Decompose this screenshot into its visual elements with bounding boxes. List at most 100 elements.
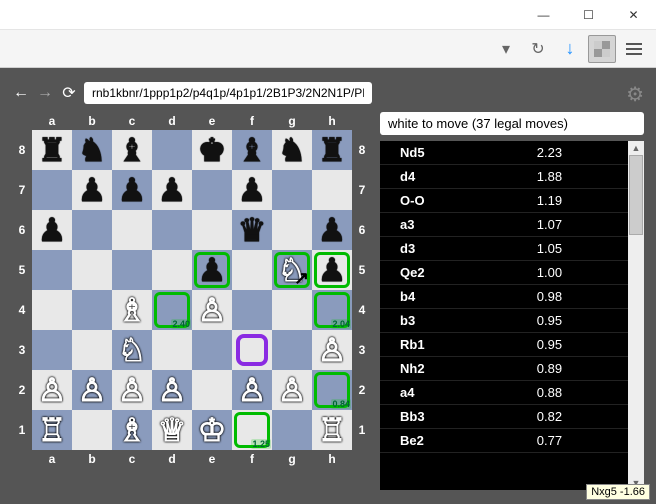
black-p-piece[interactable]: ♟ xyxy=(74,172,110,208)
square-g6[interactable] xyxy=(272,210,312,250)
square-d7[interactable]: ♟ xyxy=(152,170,192,210)
dropdown-icon[interactable]: ▾ xyxy=(492,35,520,63)
white-n-piece[interactable]: ♘ xyxy=(114,332,150,368)
square-b7[interactable]: ♟ xyxy=(72,170,112,210)
square-c4[interactable]: ♗ xyxy=(112,290,152,330)
black-p-piece[interactable]: ♟ xyxy=(314,212,350,248)
square-h1[interactable]: ♖ xyxy=(312,410,352,450)
square-c6[interactable] xyxy=(112,210,152,250)
square-g3[interactable] xyxy=(272,330,312,370)
chess-board[interactable]: abcdefgh8♜♞♝♚♝♞♜87♟♟♟♟76♟♛♟65♟♘↖♟54♗2.40… xyxy=(12,112,370,468)
square-g8[interactable]: ♞ xyxy=(272,130,312,170)
white-b-piece[interactable]: ♗ xyxy=(114,412,150,448)
move-row[interactable]: Nd52.23 xyxy=(380,141,628,165)
moves-list[interactable]: Nd52.23d41.88O-O1.19a31.07d31.05Qe21.00b… xyxy=(380,141,628,490)
white-p-piece[interactable]: ♙ xyxy=(114,372,150,408)
square-d5[interactable] xyxy=(152,250,192,290)
white-k-piece[interactable]: ♔ xyxy=(194,412,230,448)
white-r-piece[interactable]: ♖ xyxy=(314,412,350,448)
white-p-piece[interactable]: ♙ xyxy=(194,292,230,328)
black-p-piece[interactable]: ♟ xyxy=(154,172,190,208)
move-row[interactable]: Nh20.89 xyxy=(380,357,628,381)
square-g2[interactable]: ♙ xyxy=(272,370,312,410)
square-g7[interactable] xyxy=(272,170,312,210)
square-f1[interactable]: 1.25 xyxy=(232,410,272,450)
square-h8[interactable]: ♜ xyxy=(312,130,352,170)
reload-icon[interactable]: ↻ xyxy=(524,35,552,63)
square-d1[interactable]: ♕ xyxy=(152,410,192,450)
black-b-piece[interactable]: ♝ xyxy=(234,132,270,168)
square-b1[interactable] xyxy=(72,410,112,450)
square-f8[interactable]: ♝ xyxy=(232,130,272,170)
square-a6[interactable]: ♟ xyxy=(32,210,72,250)
window-close-button[interactable]: ✕ xyxy=(611,0,656,29)
black-r-piece[interactable]: ♜ xyxy=(34,132,70,168)
nav-refresh-button[interactable]: ⟳ xyxy=(60,83,78,103)
black-p-piece[interactable]: ♟ xyxy=(194,252,230,288)
square-e2[interactable] xyxy=(192,370,232,410)
square-a2[interactable]: ♙ xyxy=(32,370,72,410)
square-e6[interactable] xyxy=(192,210,232,250)
square-b2[interactable]: ♙ xyxy=(72,370,112,410)
move-row[interactable]: Qe21.00 xyxy=(380,261,628,285)
nav-back-button[interactable]: ← xyxy=(12,84,30,102)
square-e7[interactable] xyxy=(192,170,232,210)
square-c3[interactable]: ♘ xyxy=(112,330,152,370)
square-f6[interactable]: ♛ xyxy=(232,210,272,250)
square-h3[interactable]: ♙ xyxy=(312,330,352,370)
black-b-piece[interactable]: ♝ xyxy=(114,132,150,168)
window-maximize-button[interactable]: ☐ xyxy=(566,0,611,29)
white-p-piece[interactable]: ♙ xyxy=(234,372,270,408)
square-e3[interactable] xyxy=(192,330,232,370)
extension-icon[interactable] xyxy=(588,35,616,63)
black-n-piece[interactable]: ♞ xyxy=(274,132,310,168)
white-p-piece[interactable]: ♙ xyxy=(274,372,310,408)
square-d4[interactable]: 2.40 xyxy=(152,290,192,330)
square-e8[interactable]: ♚ xyxy=(192,130,232,170)
square-b5[interactable] xyxy=(72,250,112,290)
black-k-piece[interactable]: ♚ xyxy=(194,132,230,168)
square-a5[interactable] xyxy=(32,250,72,290)
square-d8[interactable] xyxy=(152,130,192,170)
black-p-piece[interactable]: ♟ xyxy=(234,172,270,208)
square-a8[interactable]: ♜ xyxy=(32,130,72,170)
square-d3[interactable] xyxy=(152,330,192,370)
black-p-piece[interactable]: ♟ xyxy=(34,212,70,248)
scroll-thumb[interactable] xyxy=(629,155,643,235)
square-h7[interactable] xyxy=(312,170,352,210)
move-row[interactable]: b30.95 xyxy=(380,309,628,333)
move-row[interactable]: Rb10.95 xyxy=(380,333,628,357)
square-c5[interactable] xyxy=(112,250,152,290)
square-f5[interactable] xyxy=(232,250,272,290)
move-row[interactable]: Bb30.82 xyxy=(380,405,628,429)
black-n-piece[interactable]: ♞ xyxy=(74,132,110,168)
square-h4[interactable]: 2.04 xyxy=(312,290,352,330)
white-p-piece[interactable]: ♙ xyxy=(74,372,110,408)
square-h2[interactable]: 0.84 xyxy=(312,370,352,410)
white-p-piece[interactable]: ♙ xyxy=(154,372,190,408)
square-b6[interactable] xyxy=(72,210,112,250)
square-h5[interactable]: ♟ xyxy=(312,250,352,290)
white-n-piece[interactable]: ♘ xyxy=(274,252,310,288)
square-c2[interactable]: ♙ xyxy=(112,370,152,410)
square-f2[interactable]: ♙ xyxy=(232,370,272,410)
square-b8[interactable]: ♞ xyxy=(72,130,112,170)
black-q-piece[interactable]: ♛ xyxy=(234,212,270,248)
square-h6[interactable]: ♟ xyxy=(312,210,352,250)
white-q-piece[interactable]: ♕ xyxy=(154,412,190,448)
square-c8[interactable]: ♝ xyxy=(112,130,152,170)
square-a3[interactable] xyxy=(32,330,72,370)
move-row[interactable]: O-O1.19 xyxy=(380,189,628,213)
square-a4[interactable] xyxy=(32,290,72,330)
square-f7[interactable]: ♟ xyxy=(232,170,272,210)
white-b-piece[interactable]: ♗ xyxy=(114,292,150,328)
move-row[interactable]: b40.98 xyxy=(380,285,628,309)
square-a7[interactable] xyxy=(32,170,72,210)
square-g4[interactable] xyxy=(272,290,312,330)
menu-icon[interactable] xyxy=(620,35,648,63)
move-row[interactable]: d31.05 xyxy=(380,237,628,261)
white-r-piece[interactable]: ♖ xyxy=(34,412,70,448)
move-row[interactable]: Be20.77 xyxy=(380,429,628,453)
square-f3[interactable] xyxy=(232,330,272,370)
square-g1[interactable] xyxy=(272,410,312,450)
